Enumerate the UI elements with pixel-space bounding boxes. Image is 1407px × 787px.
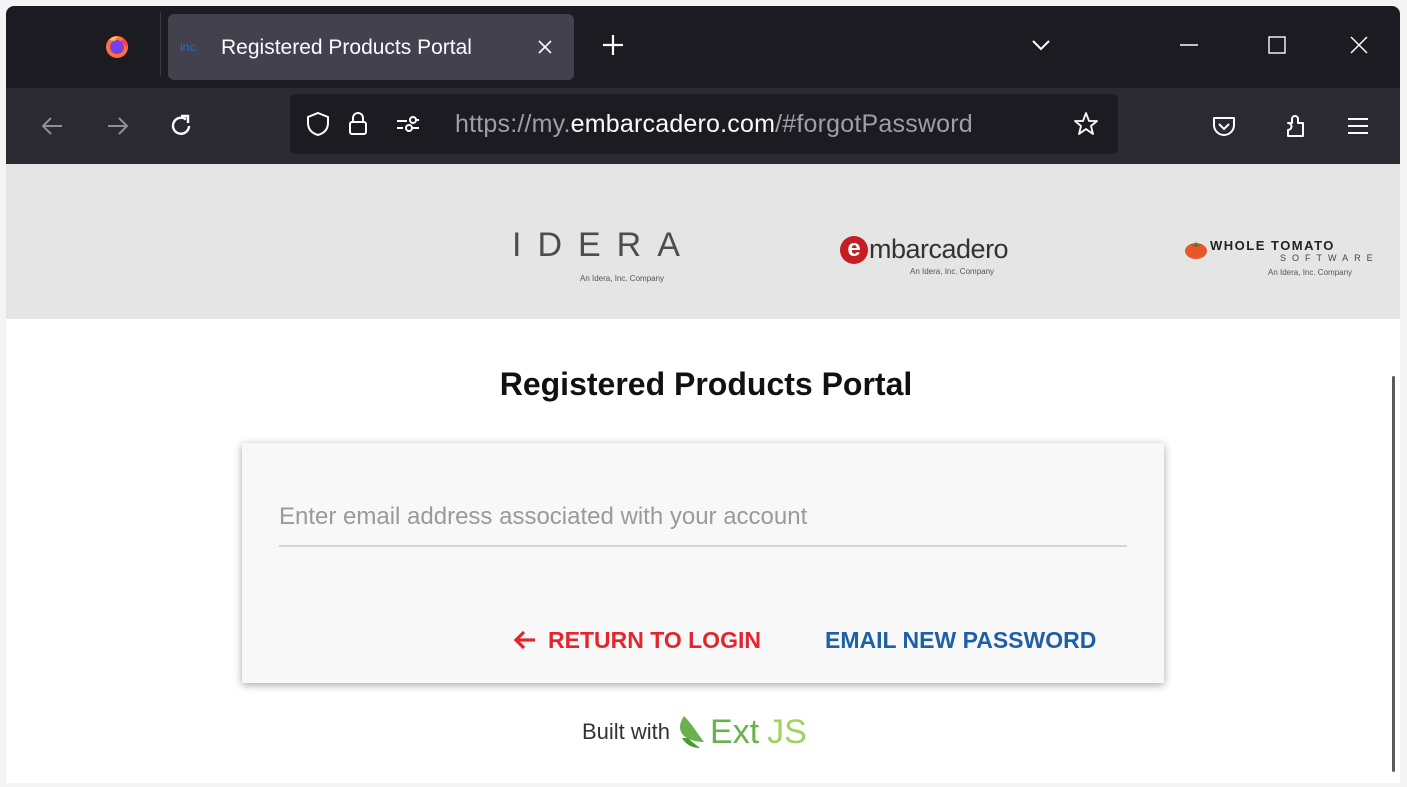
idera-tagline: An Idera, Inc. Company: [580, 274, 665, 283]
whole-tomato-software: SOFTWARE: [1280, 253, 1379, 263]
tomato-icon: [1185, 241, 1207, 259]
pocket-icon[interactable]: [1210, 112, 1238, 140]
tab-close-icon[interactable]: [534, 36, 556, 58]
brand-header: IDERA An Idera, Inc. Company e mbarcader…: [6, 164, 1400, 319]
whole-tomato-tagline: An Idera, Inc. Company: [1268, 268, 1353, 277]
extjs-leaf-icon: [680, 716, 705, 748]
tab-separator: [160, 12, 161, 76]
url-path: /#forgotPassword: [775, 110, 973, 138]
menu-icon[interactable]: [1344, 112, 1372, 140]
idera-logo[interactable]: IDERA An Idera, Inc. Company: [512, 226, 696, 283]
navigation-bar: https://my.embarcadero.com/#forgotPasswo…: [6, 88, 1400, 164]
reload-icon[interactable]: [167, 112, 195, 140]
tab-bar: inc. Registered Products Portal: [6, 6, 1400, 88]
page-content: IDERA An Idera, Inc. Company e mbarcader…: [6, 164, 1400, 783]
email-input[interactable]: [279, 489, 1127, 547]
tab-registered-products-portal[interactable]: inc. Registered Products Portal: [168, 14, 574, 80]
return-to-login-label: RETURN TO LOGIN: [548, 626, 761, 653]
close-window-icon[interactable]: [1346, 32, 1372, 58]
whole-tomato-wordmark: WHOLE TOMATO: [1210, 238, 1335, 253]
built-with-extjs[interactable]: Built with Ext JS: [582, 712, 807, 752]
return-to-login-button[interactable]: RETURN TO LOGIN: [512, 623, 761, 657]
email-new-password-label: EMAIL NEW PASSWORD: [825, 626, 1097, 653]
tab-title: Registered Products Portal: [221, 36, 472, 59]
firefox-icon[interactable]: [103, 32, 131, 60]
tab-favicon: inc.: [180, 40, 199, 54]
embarcadero-wordmark: mbarcadero: [869, 234, 1009, 264]
permissions-icon[interactable]: [394, 110, 422, 138]
extensions-icon[interactable]: [1282, 112, 1310, 140]
page-title: Registered Products Portal: [499, 366, 913, 402]
shield-icon[interactable]: [304, 110, 332, 138]
built-with-label: Built with: [582, 719, 671, 744]
url-host: embarcadero.com: [570, 110, 776, 138]
chevron-down-icon[interactable]: [1030, 34, 1052, 56]
url-bar[interactable]: https://my.embarcadero.com/#forgotPasswo…: [290, 94, 1118, 154]
new-tab-icon[interactable]: [600, 32, 626, 58]
extjs-ext-wordmark: Ext: [710, 712, 760, 751]
back-icon[interactable]: [38, 112, 66, 140]
embarcadero-tagline: An Idera, Inc. Company: [910, 267, 995, 276]
email-new-password-button[interactable]: EMAIL NEW PASSWORD: [825, 623, 1096, 657]
embarcadero-mark: e: [840, 236, 868, 264]
idera-wordmark: IDERA: [512, 226, 696, 264]
page-scrollbar[interactable]: [1392, 376, 1395, 772]
forgot-password-panel: RETURN TO LOGIN EMAIL NEW PASSWORD: [242, 443, 1164, 683]
minimize-icon[interactable]: [1176, 32, 1202, 58]
url-text[interactable]: https://my.embarcadero.com/#forgotPasswo…: [455, 110, 973, 139]
arrow-left-icon: [513, 630, 535, 650]
browser-window: inc. Registered Products Portal https://…: [6, 6, 1400, 783]
maximize-icon[interactable]: [1264, 32, 1290, 58]
forward-icon[interactable]: [104, 112, 132, 140]
extjs-js-wordmark: JS: [767, 712, 807, 751]
lock-icon[interactable]: [344, 110, 372, 138]
url-prefix: https://my.: [455, 110, 571, 138]
bookmark-star-icon[interactable]: [1072, 110, 1100, 138]
